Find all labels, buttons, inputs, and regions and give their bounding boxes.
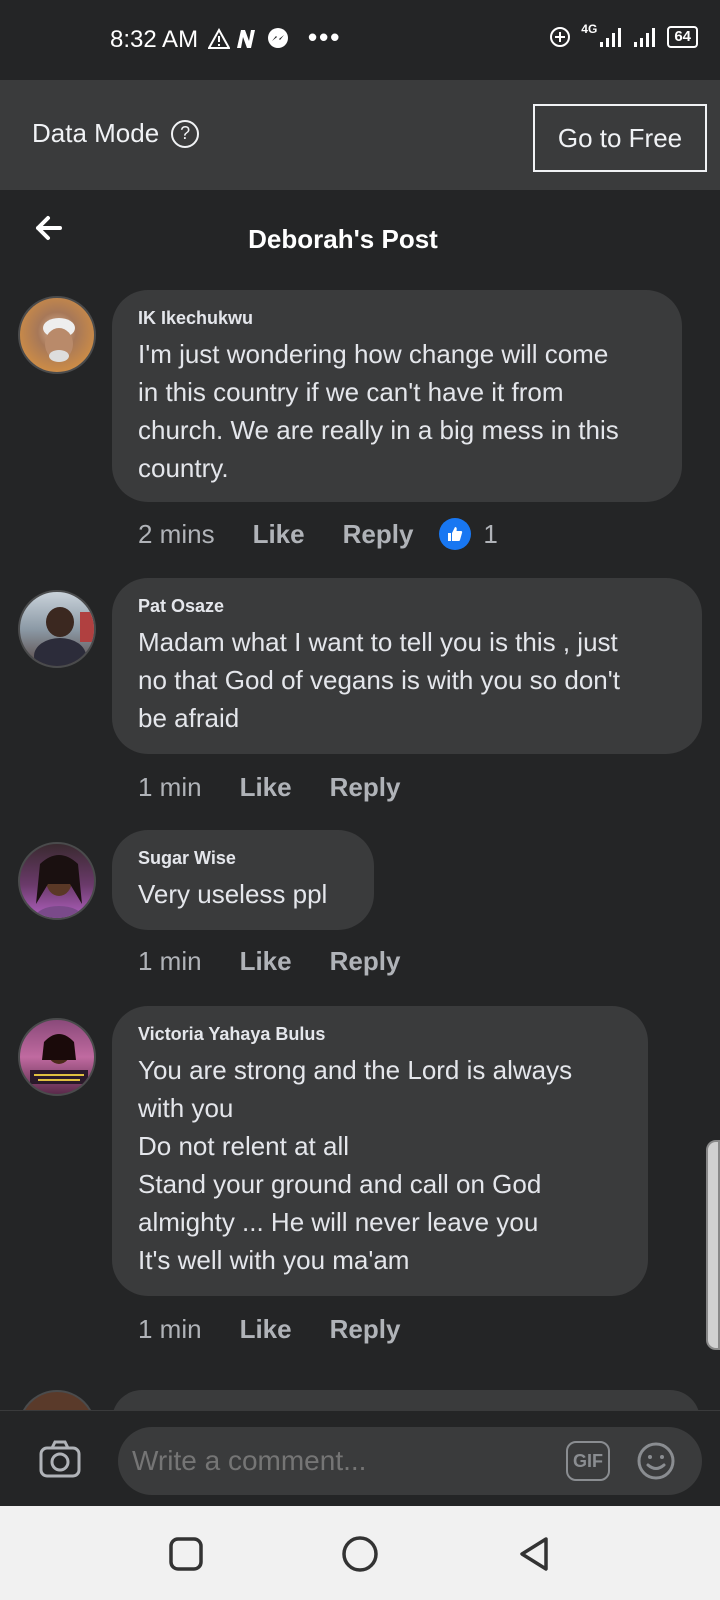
recent-apps-icon[interactable] <box>166 1534 206 1574</box>
comment-actions: 2 mins Like Reply 1 <box>138 518 498 550</box>
page-title: Deborah's Post <box>248 224 438 254</box>
data-saver-icon <box>550 27 571 47</box>
avatar-image <box>34 607 94 666</box>
avatar-image <box>35 855 83 918</box>
comment-actions: 1 min Like Reply <box>138 1314 438 1345</box>
scrollbar-handle[interactable] <box>706 1140 720 1350</box>
post-header: Deborah's Post <box>0 190 720 280</box>
comment-item-partial <box>0 1388 720 1410</box>
system-nav-bar <box>0 1506 720 1600</box>
comment-actions: 1 min Like Reply <box>138 772 438 803</box>
comment-text: I'm just wondering how change will come … <box>138 339 619 483</box>
avatar[interactable] <box>18 590 96 668</box>
data-mode-banner: Data Mode ? Go to Free <box>0 80 720 190</box>
home-icon[interactable] <box>340 1534 380 1574</box>
battery-icon: 64 <box>667 26 698 48</box>
like-button[interactable]: Like <box>240 772 292 803</box>
commenter-name[interactable]: IK Ikechukwu <box>138 308 656 329</box>
comment-text: Madam what I want to tell you is this , … <box>138 627 620 733</box>
avatar-image <box>30 1034 88 1084</box>
comment-time: 1 min <box>138 1314 202 1344</box>
signal-icon-2 <box>634 28 656 47</box>
comment-text: You are strong and the Lord is always wi… <box>138 1055 573 1275</box>
comment-time: 1 min <box>138 946 202 976</box>
reply-button[interactable]: Reply <box>330 772 401 803</box>
emoji-icon[interactable] <box>636 1441 676 1481</box>
gif-icon[interactable]: GIF <box>566 1441 610 1481</box>
more-notifications-icon: ••• <box>308 22 342 52</box>
avatar[interactable] <box>18 1390 96 1410</box>
go-to-free-button[interactable]: Go to Free <box>533 104 707 172</box>
messenger-icon <box>268 28 288 48</box>
comment-input[interactable] <box>118 1427 702 1495</box>
thumbs-up-icon[interactable] <box>439 518 472 550</box>
avatar[interactable] <box>18 296 96 374</box>
comment-composer: GIF <box>0 1410 720 1506</box>
comment-actions: 1 min Like Reply <box>138 946 438 977</box>
news-app-icon <box>237 30 255 48</box>
reply-button[interactable]: Reply <box>343 519 414 550</box>
status-time: 8:32 AM <box>110 26 199 53</box>
like-button[interactable]: Like <box>240 1314 292 1345</box>
reply-button[interactable]: Reply <box>330 1314 401 1345</box>
reply-button[interactable]: Reply <box>330 946 401 977</box>
commenter-name[interactable]: Victoria Yahaya Bulus <box>138 1024 622 1045</box>
warning-icon <box>208 28 230 49</box>
like-button[interactable]: Like <box>253 519 305 550</box>
commenter-name[interactable]: Sugar Wise <box>138 848 348 869</box>
comment-bubble[interactable]: Sugar Wise Very useless ppl <box>112 830 374 930</box>
back-nav-icon[interactable] <box>514 1534 554 1574</box>
comment-bubble[interactable]: Pat Osaze Madam what I want to tell you … <box>112 578 702 754</box>
comment-time: 2 mins <box>138 518 215 549</box>
help-icon[interactable]: ? <box>171 119 200 148</box>
comment-bubble[interactable]: IK Ikechukwu I'm just wondering how chan… <box>112 290 682 502</box>
signal-icon <box>600 28 622 47</box>
avatar[interactable] <box>18 842 96 920</box>
avatar-image <box>43 318 75 362</box>
comment-text: Very useless ppl <box>138 879 328 909</box>
reaction-count[interactable]: 1 <box>483 519 497 550</box>
comment-bubble[interactable] <box>112 1390 700 1410</box>
camera-icon[interactable] <box>38 1439 82 1479</box>
comment-bubble[interactable]: Victoria Yahaya Bulus You are strong and… <box>112 1006 648 1296</box>
data-mode-label: Data Mode <box>32 118 160 148</box>
commenter-name[interactable]: Pat Osaze <box>138 596 676 617</box>
network-type: 4G <box>581 22 598 36</box>
comment-time: 1 min <box>138 772 202 802</box>
avatar[interactable] <box>18 1018 96 1096</box>
like-button[interactable]: Like <box>240 946 292 977</box>
status-bar: 8:32 AM ••• 4G 64 <box>0 0 720 80</box>
